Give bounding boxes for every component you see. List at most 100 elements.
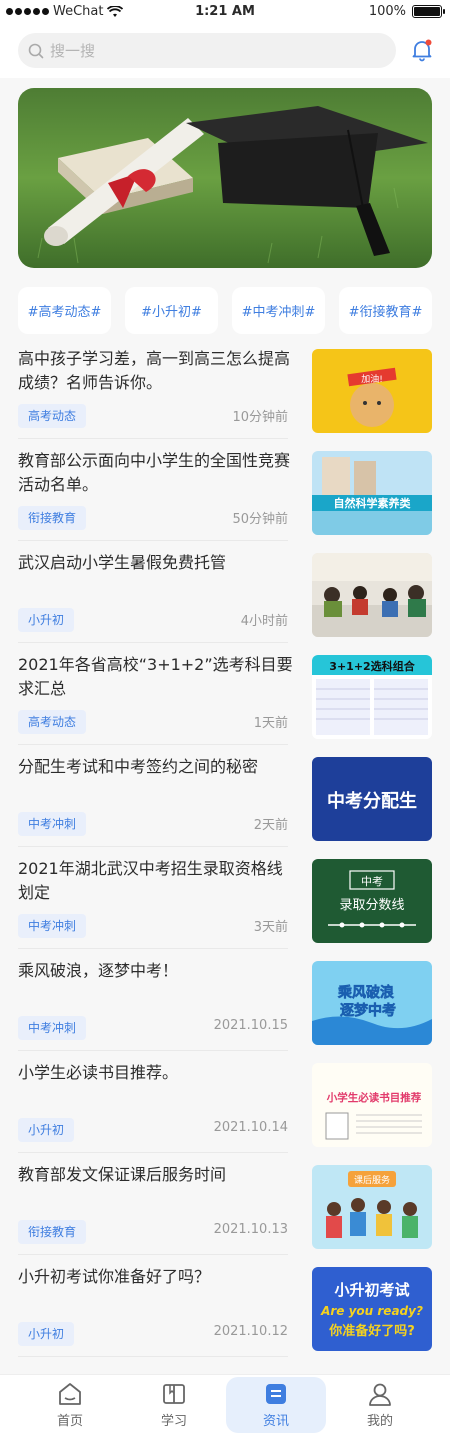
tab-home[interactable]: 首页 [20,1377,120,1433]
news-time: 2021.10.15 [213,1018,288,1033]
news-list: 高中孩子学习差，高一到高三怎么提高成绩？名师告诉你。 高考动态 10分钟前 加油… [0,347,450,1367]
svg-text:逐梦中考: 逐梦中考 [340,1002,396,1019]
news-category-tag: 衔接教育 [18,506,87,530]
news-item[interactable]: 乘风破浪，逐梦中考！ 中考冲刺 2021.10.15 乘风破浪 逐梦中考 [0,959,450,1061]
tab-label: 资讯 [262,1414,289,1429]
news-thumbnail: 自然科学素养类 [312,451,432,535]
news-thumbnail: 3+1+2选科组合 [312,655,432,739]
news-title: 2021年湖北武汉中考招生录取资格线划定 [18,859,283,902]
svg-text:小学生必读书目推荐: 小学生必读书目推荐 [326,1091,422,1104]
news-title: 乘风破浪，逐梦中考！ [18,961,179,980]
news-thumbnail: 中考分配生 [312,757,432,841]
svg-text:加油!: 加油! [361,373,383,385]
graduation-banner-image[interactable] [18,88,432,268]
news-title: 2021年各省高校“3+1+2”选考科目要求汇总 [18,655,293,698]
news-thumbnail: 小学生必读书目推荐 [312,1063,432,1147]
topic-tag[interactable]: #高考动态# [18,287,111,334]
news-category-tag: 衔接教育 [18,1220,87,1244]
tab-label: 首页 [56,1414,83,1429]
news-category-tag: 高考动态 [18,404,87,428]
news-title: 教育部发文保证课后服务时间 [18,1165,227,1184]
news-item[interactable]: 分配生考试和中考签约之间的秘密 中考冲刺 2天前 中考分配生 [0,755,450,857]
news-category-tag: 中考冲刺 [18,1016,87,1040]
news-item[interactable]: 教育部公示面向中小学生的全国性竞赛活动名单。 衔接教育 50分钟前 自然科学素养… [0,449,450,551]
tab-mine[interactable]: 我的 [330,1377,430,1433]
battery-percent: 100% [368,4,406,19]
news-thumbnail: 中考 录取分数线 [312,859,432,943]
tab-label: 学习 [160,1414,187,1429]
tab-news[interactable]: 资讯 [226,1377,326,1433]
home-icon [59,1383,81,1405]
news-category-tag: 小升初 [18,1118,75,1142]
news-title: 小学生必读书目推荐。 [18,1063,179,1082]
news-thumbnail [312,553,432,637]
news-time: 50分钟前 [232,512,288,527]
news-item[interactable]: 武汉启动小学生暑假免费托管 小升初 4小时前 [0,551,450,653]
search-input[interactable] [50,41,370,60]
battery-icon [412,5,445,18]
divider [18,1356,288,1357]
news-time: 3天前 [253,920,288,935]
news-time: 2天前 [253,818,288,833]
divider [18,540,288,541]
news-item[interactable]: 高中孩子学习差，高一到高三怎么提高成绩？名师告诉你。 高考动态 10分钟前 加油… [0,347,450,449]
news-category-tag: 小升初 [18,608,75,632]
search-header [0,24,450,78]
news-title: 分配生考试和中考签约之间的秘密 [18,757,259,776]
news-title: 小升初考试你准备好了吗？ [18,1267,211,1286]
news-category-tag: 小升初 [18,1322,75,1346]
news-item[interactable]: 小学生必读书目推荐。 小升初 2021.10.14 小学生必读书目推荐 [0,1061,450,1163]
tab-study[interactable]: 学习 [124,1377,224,1433]
svg-text:课后服务: 课后服务 [354,1174,390,1186]
divider [18,846,288,847]
svg-text:自然科学素养类: 自然科学素养类 [334,496,412,510]
topic-tag[interactable]: #衔接教育# [339,287,432,334]
topic-tag[interactable]: #小升初# [125,287,218,334]
news-thumbnail: 乘风破浪 逐梦中考 [312,961,432,1045]
divider [18,438,288,439]
svg-text:你准备好了吗?: 你准备好了吗? [328,1323,415,1339]
news-item[interactable]: 2021年各省高校“3+1+2”选考科目要求汇总 高考动态 1天前 3+1+2选… [0,653,450,755]
search-icon [28,43,44,58]
news-title: 武汉启动小学生暑假免费托管 [18,553,227,572]
news-item[interactable]: 小升初考试你准备好了吗？ 小升初 2021.10.12 小升初考试 Are yo… [0,1265,450,1367]
news-category-tag: 中考冲刺 [18,914,87,938]
battery-group: 100% [368,4,445,19]
news-item[interactable]: 2021年湖北武汉中考招生录取资格线划定 中考冲刺 3天前 中考 录取分数线 [0,857,450,959]
svg-text:小升初考试: 小升初考试 [334,1281,409,1299]
svg-text:中考分配生: 中考分配生 [327,790,417,812]
svg-text:Are you ready?: Are you ready? [320,1304,423,1318]
divider [18,744,288,745]
svg-text:录取分数线: 录取分数线 [339,898,404,913]
news-time: 1天前 [253,716,288,731]
news-thumbnail: 加油! [312,349,432,433]
svg-text:3+1+2选科组合: 3+1+2选科组合 [329,659,415,673]
svg-text:中考: 中考 [361,875,383,888]
book-icon [163,1384,185,1404]
divider [18,1152,288,1153]
divider [18,1254,288,1255]
tab-label: 我的 [366,1414,393,1429]
news-item[interactable]: 教育部发文保证课后服务时间 衔接教育 2021.10.13 课后服务 [0,1163,450,1265]
news-time: 10分钟前 [232,410,288,425]
news-title: 高中孩子学习差，高一到高三怎么提高成绩？名师告诉你。 [18,349,291,392]
news-time: 2021.10.14 [213,1120,288,1135]
profile-icon [369,1383,391,1406]
news-title: 教育部公示面向中小学生的全国性竞赛活动名单。 [18,451,291,494]
bottom-tab-bar: 首页 学习 资讯 我的 [0,1374,450,1434]
news-category-tag: 高考动态 [18,710,87,734]
topic-tags: #高考动态# #小升初# #中考冲刺# #衔接教育# [18,287,432,334]
news-thumbnail: 课后服务 [312,1165,432,1249]
status-bar: WeChat 1:21 AM 100% [0,0,450,24]
news-time: 2021.10.12 [213,1324,288,1339]
news-category-tag: 中考冲刺 [18,812,87,836]
divider [18,948,288,949]
search-bar[interactable] [18,33,396,68]
news-thumbnail: 小升初考试 Are you ready? 你准备好了吗? [312,1267,432,1351]
topic-tag[interactable]: #中考冲刺# [232,287,325,334]
divider [18,1050,288,1051]
notification-bell-icon[interactable] [410,38,434,62]
news-icon [266,1384,286,1404]
news-time: 4小时前 [240,614,288,629]
svg-text:乘风破浪: 乘风破浪 [337,984,394,1001]
